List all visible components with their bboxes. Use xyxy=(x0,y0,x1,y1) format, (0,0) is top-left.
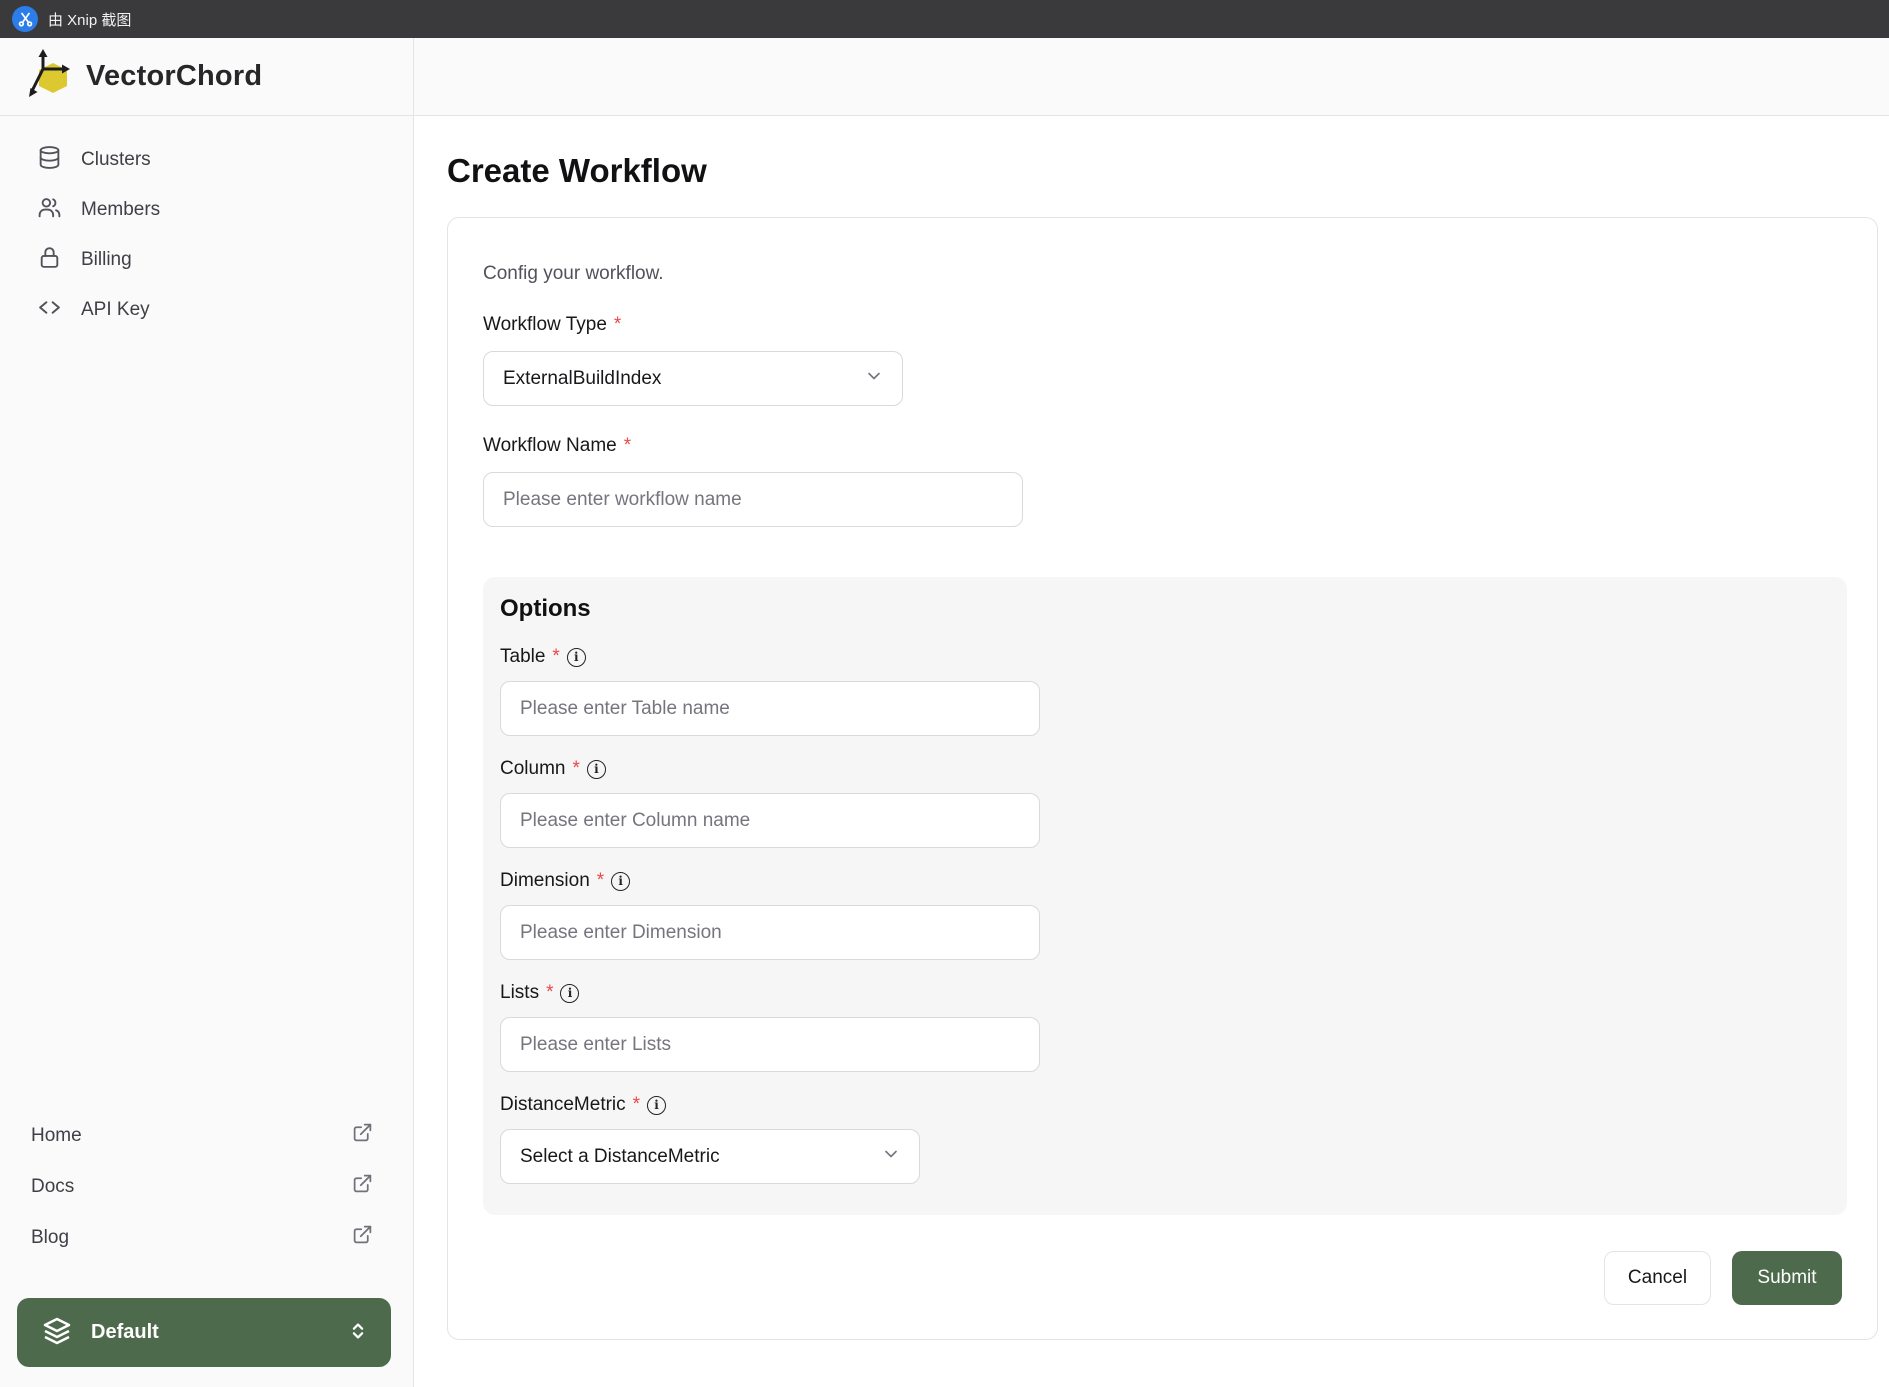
brand[interactable]: VectorChord xyxy=(0,38,414,115)
page-title: Create Workflow xyxy=(447,152,707,189)
info-icon[interactable]: i xyxy=(560,983,580,1003)
xnip-scissors-icon[interactable] xyxy=(12,6,38,32)
distance-metric-field-group: DistanceMetric * i Select a DistanceMetr… xyxy=(500,1093,1830,1184)
external-link-icon xyxy=(352,1122,373,1149)
sidebar-link-blog[interactable]: Blog xyxy=(0,1212,413,1263)
menubar-title: 由 Xnip 截图 xyxy=(48,11,132,29)
info-icon[interactable]: i xyxy=(566,647,586,667)
required-marker: * xyxy=(632,1094,641,1115)
options-panel: Options Table * i Column * i xyxy=(483,577,1847,1215)
sidebar-link-docs[interactable]: Docs xyxy=(0,1161,413,1212)
distance-metric-label: DistanceMetric * i xyxy=(500,1093,1830,1117)
workspace-label: Default xyxy=(91,1321,159,1343)
required-marker: * xyxy=(572,758,580,779)
header: VectorChord xyxy=(0,38,1889,116)
cancel-button[interactable]: Cancel xyxy=(1604,1251,1711,1305)
workflow-name-input[interactable] xyxy=(483,472,1023,527)
chevron-up-down-icon xyxy=(347,1320,369,1345)
link-label: Docs xyxy=(31,1175,75,1197)
column-field-group: Column * i xyxy=(500,757,1830,848)
workspace-selector[interactable]: Default xyxy=(17,1298,391,1367)
required-marker: * xyxy=(623,435,632,456)
database-icon xyxy=(37,145,62,175)
chevron-down-icon xyxy=(864,366,884,392)
options-title: Options xyxy=(500,595,591,622)
column-input[interactable] xyxy=(500,793,1040,848)
sidebar-link-home[interactable]: Home xyxy=(0,1110,413,1161)
chevron-down-icon xyxy=(881,1144,901,1170)
column-label: Column * i xyxy=(500,757,1830,781)
external-link-icon xyxy=(352,1224,373,1251)
vectorchord-logo-icon xyxy=(28,47,78,106)
brand-name: VectorChord xyxy=(86,60,263,92)
workflow-type-label: Workflow Type * xyxy=(483,314,622,335)
info-icon[interactable]: i xyxy=(586,759,606,779)
code-icon xyxy=(37,295,62,325)
sidebar-item-clusters[interactable]: Clusters xyxy=(0,135,413,185)
sidebar-item-label: API Key xyxy=(81,299,150,320)
table-input[interactable] xyxy=(500,681,1040,736)
info-icon[interactable]: i xyxy=(611,871,631,891)
link-label: Blog xyxy=(31,1226,70,1248)
menubar: 由 Xnip 截图 xyxy=(0,0,1889,38)
main-content: Create Workflow Config your workflow. Wo… xyxy=(414,116,1889,1387)
dimension-field-group: Dimension * i xyxy=(500,869,1830,960)
user-avatar[interactable] xyxy=(1813,50,1867,104)
required-marker: * xyxy=(596,870,605,891)
app-window: 由 Xnip 截图 VectorChord Clusters Members B… xyxy=(0,0,1889,1387)
header-main xyxy=(414,38,1889,115)
external-link-icon xyxy=(352,1173,373,1200)
table-field-group: Table * i xyxy=(500,645,1830,736)
sidebar-item-billing[interactable]: Billing xyxy=(0,235,413,285)
required-marker: * xyxy=(613,314,622,335)
workflow-type-value: ExternalBuildIndex xyxy=(503,367,662,389)
sidebar-item-label: Clusters xyxy=(81,149,151,170)
sidebar: Clusters Members Billing API Key Home Do… xyxy=(0,116,414,1387)
workflow-name-label: Workflow Name * xyxy=(483,435,632,456)
dimension-input[interactable] xyxy=(500,905,1040,960)
sidebar-item-api-key[interactable]: API Key xyxy=(0,285,413,335)
layers-icon xyxy=(41,1315,73,1350)
required-marker: * xyxy=(552,646,560,667)
lists-field-group: Lists * i xyxy=(500,981,1830,1072)
table-label: Table * i xyxy=(500,645,1830,669)
card-description: Config your workflow. xyxy=(483,263,664,284)
lists-label: Lists * i xyxy=(500,981,1830,1005)
workflow-type-select[interactable]: ExternalBuildIndex xyxy=(483,351,903,406)
lists-input[interactable] xyxy=(500,1017,1040,1072)
distance-metric-select[interactable]: Select a DistanceMetric xyxy=(500,1129,920,1184)
link-label: Home xyxy=(31,1124,82,1146)
info-icon[interactable]: i xyxy=(647,1095,667,1115)
users-icon xyxy=(37,195,62,225)
sidebar-item-members[interactable]: Members xyxy=(0,185,413,235)
required-marker: * xyxy=(546,982,554,1003)
create-workflow-card: Config your workflow. Workflow Type * Ex… xyxy=(447,217,1878,1340)
submit-button[interactable]: Submit xyxy=(1732,1251,1842,1305)
distance-metric-value: Select a DistanceMetric xyxy=(520,1145,720,1167)
lock-icon xyxy=(37,245,62,275)
form-actions: Cancel Submit xyxy=(483,1251,1842,1305)
sidebar-item-label: Billing xyxy=(81,249,132,270)
dimension-label: Dimension * i xyxy=(500,869,1830,893)
sidebar-item-label: Members xyxy=(81,199,161,220)
